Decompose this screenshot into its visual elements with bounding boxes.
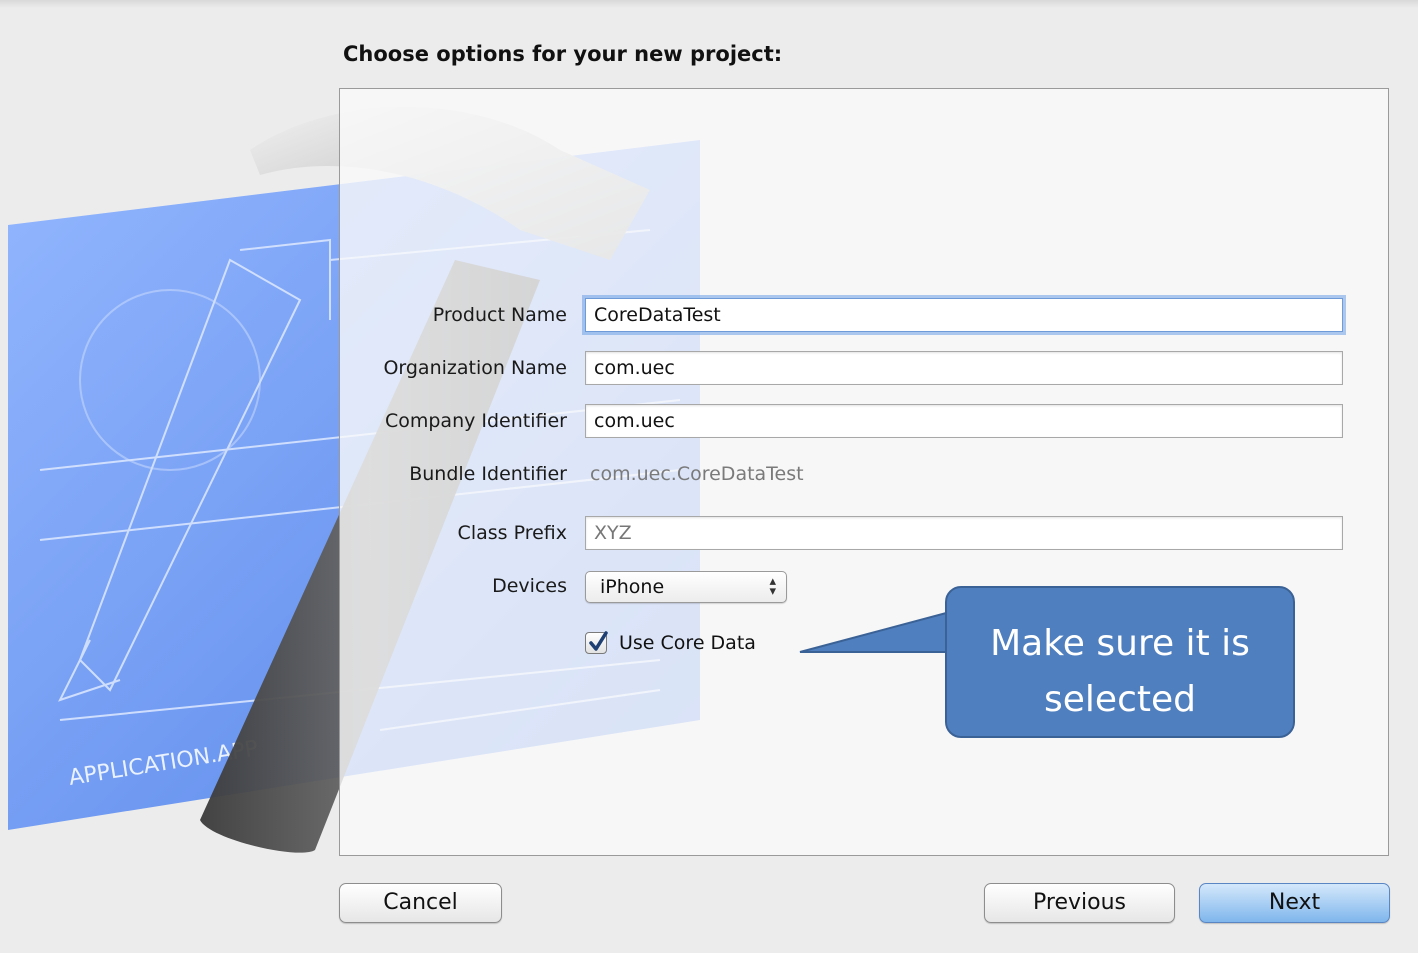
organization-name-label: Organization Name [383, 357, 567, 379]
product-name-input[interactable] [585, 298, 1343, 332]
cancel-button[interactable]: Cancel [339, 883, 502, 923]
devices-label: Devices [492, 575, 567, 597]
product-name-row: Product Name [339, 298, 1389, 334]
class-prefix-input[interactable] [585, 516, 1343, 550]
dialog-heading: Choose options for your new project: [343, 42, 783, 66]
checkmark-icon [589, 631, 608, 651]
previous-button[interactable]: Previous [984, 883, 1175, 923]
use-core-data-checkbox[interactable] [585, 631, 608, 654]
organization-name-row: Organization Name [339, 351, 1389, 387]
callout-text: Make sure it is selected [990, 623, 1250, 720]
popup-arrows-icon: ▴ ▾ [769, 574, 776, 599]
window-title-bar [0, 0, 1418, 8]
company-identifier-label: Company Identifier [384, 410, 567, 432]
devices-popup[interactable]: iPhone ▴ ▾ [585, 571, 787, 603]
blueprint-label: APPLICATION.APP [67, 736, 260, 791]
devices-selected-value: iPhone [600, 576, 665, 598]
company-identifier-row: Company Identifier [339, 404, 1389, 440]
class-prefix-label: Class Prefix [457, 522, 567, 544]
annotation-callout: Make sure it is selected [945, 586, 1295, 738]
bundle-identifier-value: com.uec.CoreDataTest [590, 463, 804, 485]
organization-name-input[interactable] [585, 351, 1343, 385]
bundle-identifier-label: Bundle Identifier [409, 463, 567, 485]
product-name-label: Product Name [432, 304, 567, 326]
bundle-identifier-row: Bundle Identifier com.uec.CoreDataTest [339, 457, 1389, 493]
company-identifier-input[interactable] [585, 404, 1343, 438]
class-prefix-row: Class Prefix [339, 516, 1389, 552]
use-core-data-label: Use Core Data [619, 632, 756, 654]
next-button[interactable]: Next [1199, 883, 1390, 923]
